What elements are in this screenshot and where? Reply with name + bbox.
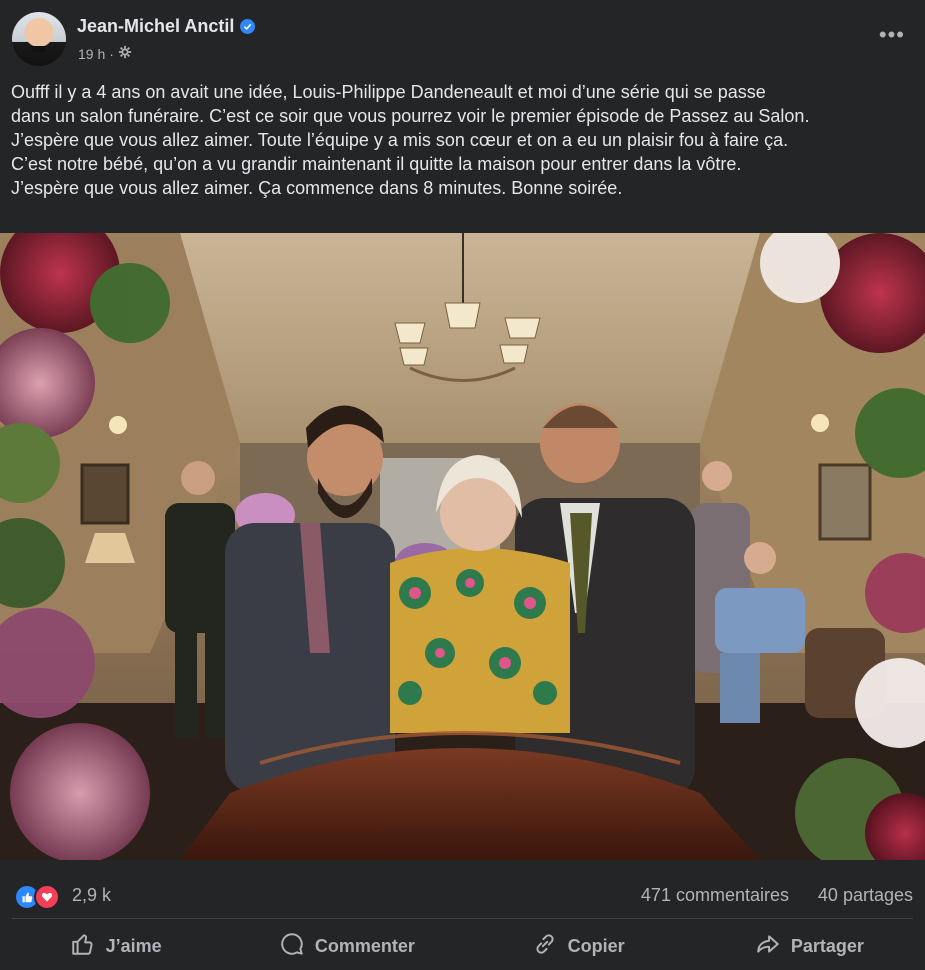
copy-label: Copier	[567, 935, 625, 956]
more-horizontal-icon[interactable]: •••	[879, 24, 905, 46]
post-text: Oufff il y a 4 ans on avait une idée, Lo…	[11, 82, 810, 198]
post-image[interactable]	[0, 233, 925, 860]
comment-button[interactable]: Commenter	[231, 922, 462, 970]
verified-badge-icon	[240, 19, 256, 34]
thumbs-up-icon	[70, 931, 96, 962]
link-icon	[532, 931, 558, 962]
avatar-bowtie	[32, 46, 46, 52]
comment-bubble-icon	[279, 931, 305, 962]
post-header: Jean-Michel Anctil 19 h · •••	[0, 0, 925, 78]
like-label: J’aime	[105, 935, 162, 956]
gear-icon	[118, 45, 132, 62]
comment-label: Commenter	[314, 935, 415, 956]
like-button[interactable]: J’aime	[0, 922, 231, 970]
reaction-bar: 2,9 k 471 commentaires 40 partages	[0, 870, 925, 918]
divider	[12, 918, 913, 919]
action-bar: J’aime Commenter Copier Partager	[0, 922, 925, 970]
copy-button[interactable]: Copier	[463, 922, 694, 970]
post-time[interactable]: 19 h	[78, 46, 105, 62]
reaction-count[interactable]: 2,9 k	[72, 885, 111, 906]
share-arrow-icon	[755, 931, 781, 962]
author-name-row: Jean-Michel Anctil	[77, 16, 256, 37]
author-name[interactable]: Jean-Michel Anctil	[77, 16, 234, 37]
love-reaction-icon	[34, 884, 60, 910]
share-button[interactable]: Partager	[694, 922, 925, 970]
meta-separator: ·	[109, 45, 114, 62]
comment-count[interactable]: 471 commentaires	[641, 885, 789, 906]
share-label: Partager	[790, 935, 864, 956]
reaction-icons[interactable]	[14, 884, 60, 910]
author-avatar[interactable]	[12, 12, 66, 66]
post-meta: 19 h ·	[78, 45, 132, 62]
share-count[interactable]: 40 partages	[818, 885, 913, 906]
